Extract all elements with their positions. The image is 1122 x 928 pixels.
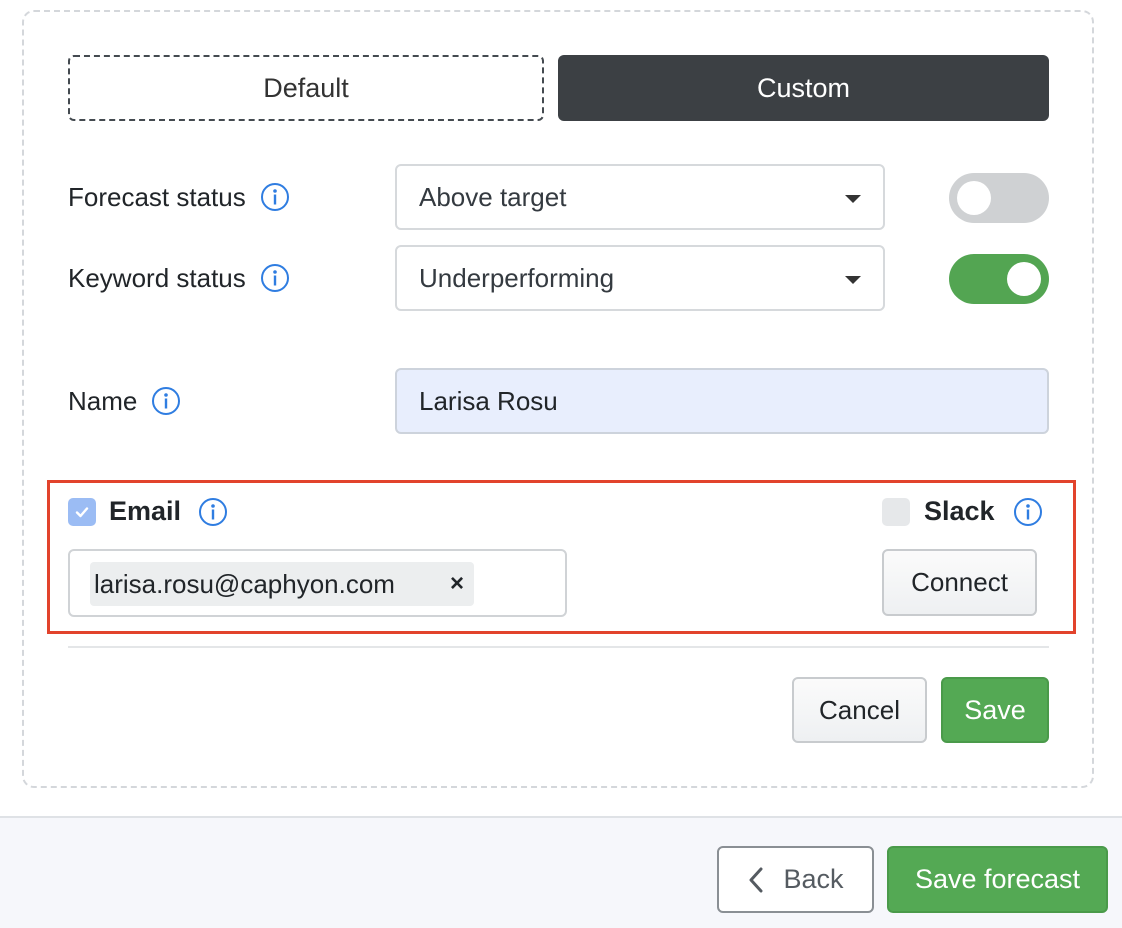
caret-down-icon bbox=[845, 195, 861, 203]
email-tag: larisa.rosu@caphyon.com × bbox=[90, 562, 474, 606]
cancel-button[interactable]: Cancel bbox=[792, 677, 927, 743]
email-tag-value: larisa.rosu@caphyon.com bbox=[94, 568, 395, 599]
forecast-status-value: Above target bbox=[419, 181, 567, 212]
forecast-status-label: Forecast status bbox=[68, 181, 246, 212]
info-icon[interactable] bbox=[260, 182, 290, 212]
custom-mode-button[interactable]: Custom bbox=[558, 55, 1049, 121]
slack-label: Slack bbox=[924, 496, 995, 526]
slack-checkbox[interactable] bbox=[882, 498, 910, 526]
forecast-status-label-group: Forecast status bbox=[68, 177, 290, 217]
slack-connect-button[interactable]: Connect bbox=[882, 549, 1037, 616]
forecast-status-toggle[interactable] bbox=[949, 173, 1049, 223]
name-value: Larisa Rosu bbox=[419, 385, 558, 416]
save-button[interactable]: Save bbox=[941, 677, 1049, 743]
toggle-knob bbox=[1007, 262, 1041, 296]
keyword-status-toggle[interactable] bbox=[949, 254, 1049, 304]
close-icon[interactable]: × bbox=[450, 562, 464, 606]
info-icon[interactable] bbox=[1013, 497, 1043, 527]
email-checkbox[interactable] bbox=[68, 498, 96, 526]
cancel-label: Cancel bbox=[819, 694, 900, 725]
back-button[interactable]: Back bbox=[717, 846, 874, 913]
keyword-status-value: Underperforming bbox=[419, 262, 615, 293]
info-icon[interactable] bbox=[151, 386, 181, 416]
name-label: Name bbox=[68, 385, 138, 416]
save-label: Save bbox=[964, 694, 1026, 725]
name-label-group: Name bbox=[68, 381, 181, 421]
email-label: Email bbox=[109, 496, 182, 526]
caret-down-icon bbox=[845, 276, 861, 284]
custom-mode-label: Custom bbox=[756, 72, 851, 103]
chevron-left-icon bbox=[749, 867, 763, 892]
default-mode-button[interactable]: Default bbox=[68, 55, 544, 121]
save-forecast-button[interactable]: Save forecast bbox=[887, 846, 1108, 913]
connect-label: Connect bbox=[911, 567, 1008, 597]
info-icon[interactable] bbox=[260, 263, 290, 293]
back-label: Back bbox=[783, 864, 844, 894]
divider bbox=[68, 646, 1049, 648]
keyword-status-select[interactable]: Underperforming bbox=[395, 245, 885, 311]
keyword-status-label: Keyword status bbox=[68, 262, 246, 293]
forecast-status-select[interactable]: Above target bbox=[395, 164, 885, 230]
default-mode-label: Default bbox=[263, 72, 349, 103]
check-icon bbox=[75, 507, 89, 518]
toggle-knob bbox=[957, 181, 991, 215]
save-forecast-label: Save forecast bbox=[914, 864, 1081, 894]
email-recipients-input[interactable]: larisa.rosu@caphyon.com × bbox=[68, 549, 567, 617]
keyword-status-label-group: Keyword status bbox=[68, 258, 290, 298]
info-icon[interactable] bbox=[198, 497, 228, 527]
name-input[interactable]: Larisa Rosu bbox=[395, 368, 1049, 434]
